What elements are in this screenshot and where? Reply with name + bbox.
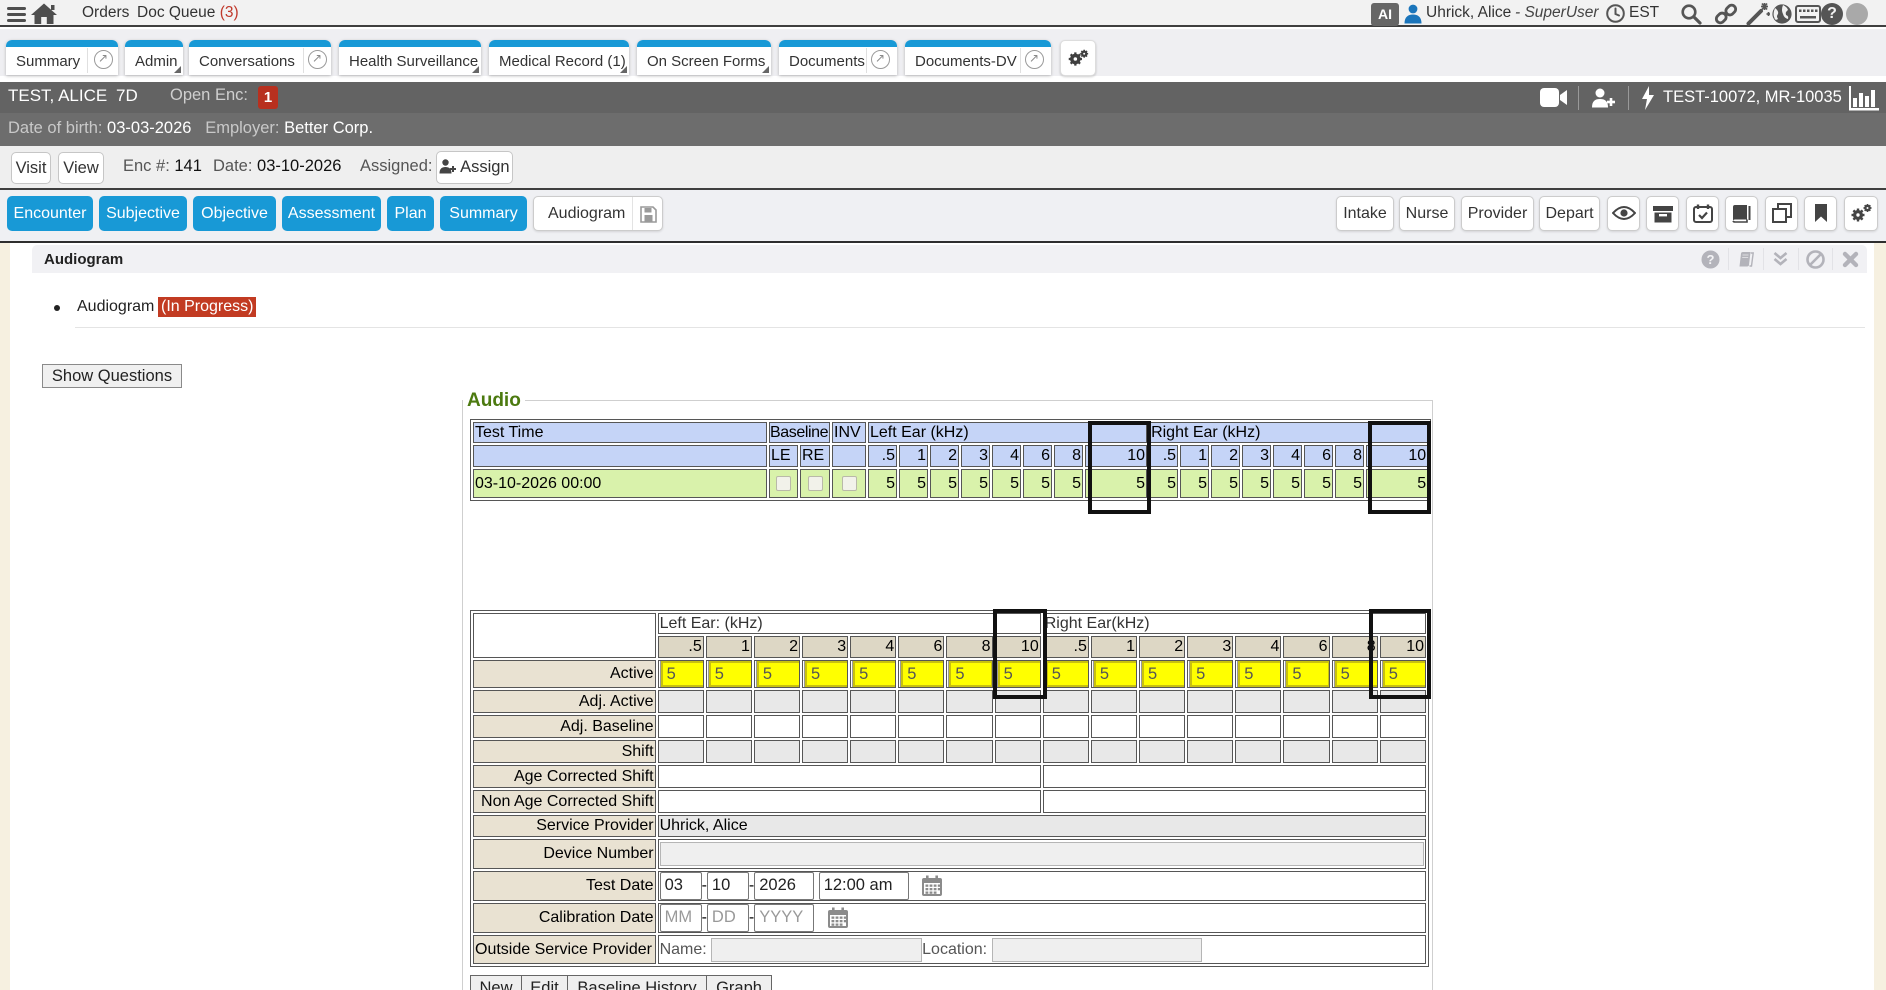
svg-text:?: ? <box>1707 252 1715 267</box>
